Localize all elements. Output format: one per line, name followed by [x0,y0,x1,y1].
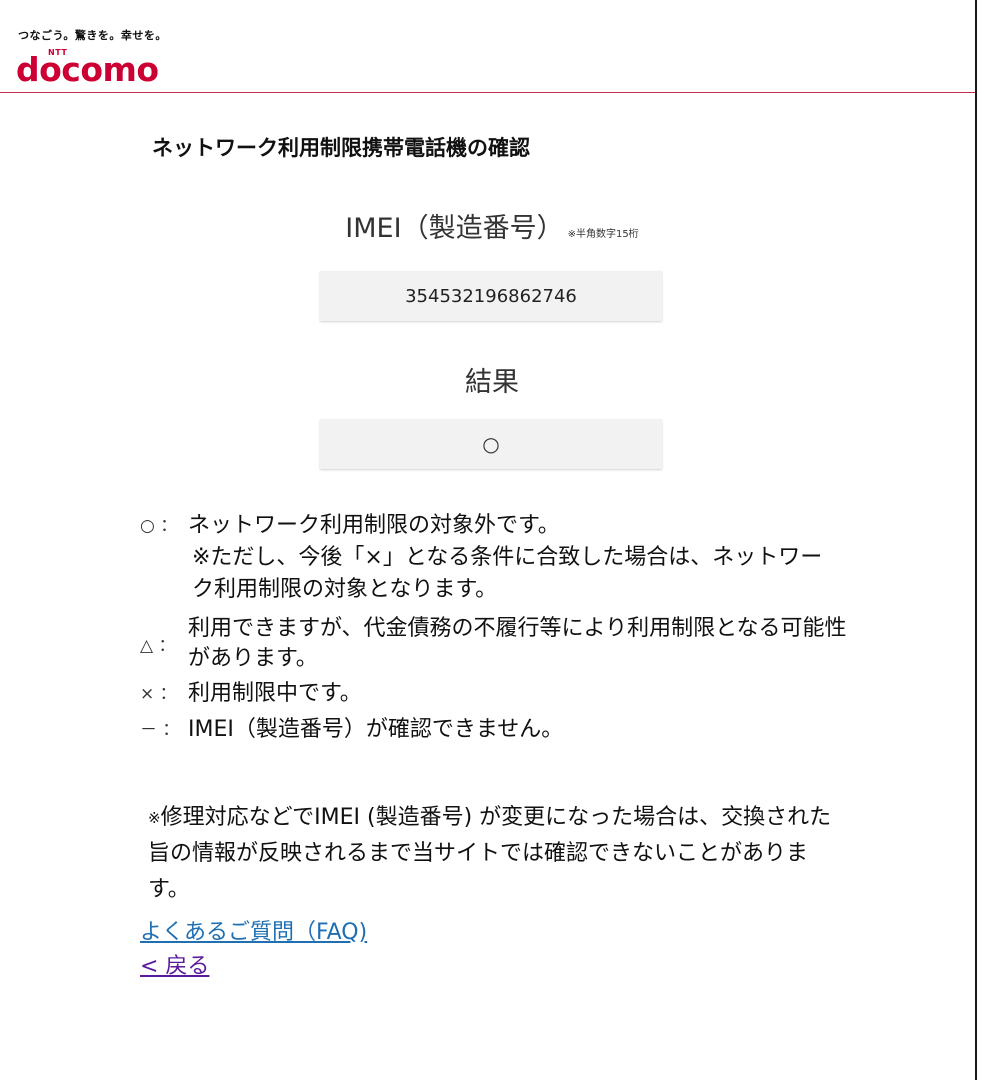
result-legend: ○ ： ネットワーク利用制限の対象外です。 ※ただし、今後「×」となる条件に合致… [140,510,860,746]
site-header: つなごう。驚きを。幸せを。 NTT docomo [0,0,975,94]
result-value-field: ○ [320,419,662,469]
docomo-wordmark: docomo [16,50,159,89]
legend-text-cross: 利用制限中です。 [188,681,362,706]
brand-tagline: つなごう。驚きを。幸せを。 [18,29,167,42]
legend-item-dash: － ： IMEI（製造番号）が確認できません。 [140,714,860,746]
legend-text-dash: IMEI（製造番号）が確認できません。 [188,717,564,742]
legend-item-cross: × ： 利用制限中です。 [140,678,860,710]
imei-label: IMEI（製造番号） ※半角数字15桁 [0,206,984,245]
imei-change-note: ※修理対応などでIMEI (製造番号) が変更になった場合は、交換された旨の情報… [148,800,848,908]
legend-symbol-cross: × ： [140,684,177,704]
footnote-text: 修理対応などでIMEI (製造番号) が変更になった場合は、交換された旨の情報が… [148,805,832,902]
page-title: ネットワーク利用制限携帯電話機の確認 [152,136,530,160]
imei-format-note: ※半角数字15桁 [567,229,639,240]
legend-symbol-dash: － ： [140,720,180,740]
imei-value-field: 354532196862746 [320,271,662,321]
legend-symbol-circle: ○ ： [140,516,178,536]
legend-text-circle: ネットワーク利用制限の対象外です。 [188,513,560,538]
legend-note-circle: ※ただし、今後「×」となる条件に合致した場合は、ネットワーク利用制限の対象となり… [192,545,823,602]
docomo-logo[interactable]: NTT docomo [14,44,174,89]
legend-text-triangle: 利用できますが、代金債務の不履行等により利用制限となる可能性があります。 [188,616,847,671]
header-divider [0,92,975,93]
back-link[interactable]: < 戻る [140,948,209,980]
faq-link[interactable]: よくあるご質問（FAQ) [140,914,367,946]
legend-symbol-triangle: △ ： [140,636,176,656]
result-label: 結果 [465,367,519,398]
footnote-mark: ※ [148,809,161,827]
imei-label-text: IMEI（製造番号） [345,213,564,244]
legend-item-triangle: △ ： 利用できますが、代金債務の不履行等により利用制限となる可能性があります。 [140,614,860,674]
page-edge [975,0,984,1080]
legend-item-circle: ○ ： ネットワーク利用制限の対象外です。 [140,510,860,542]
